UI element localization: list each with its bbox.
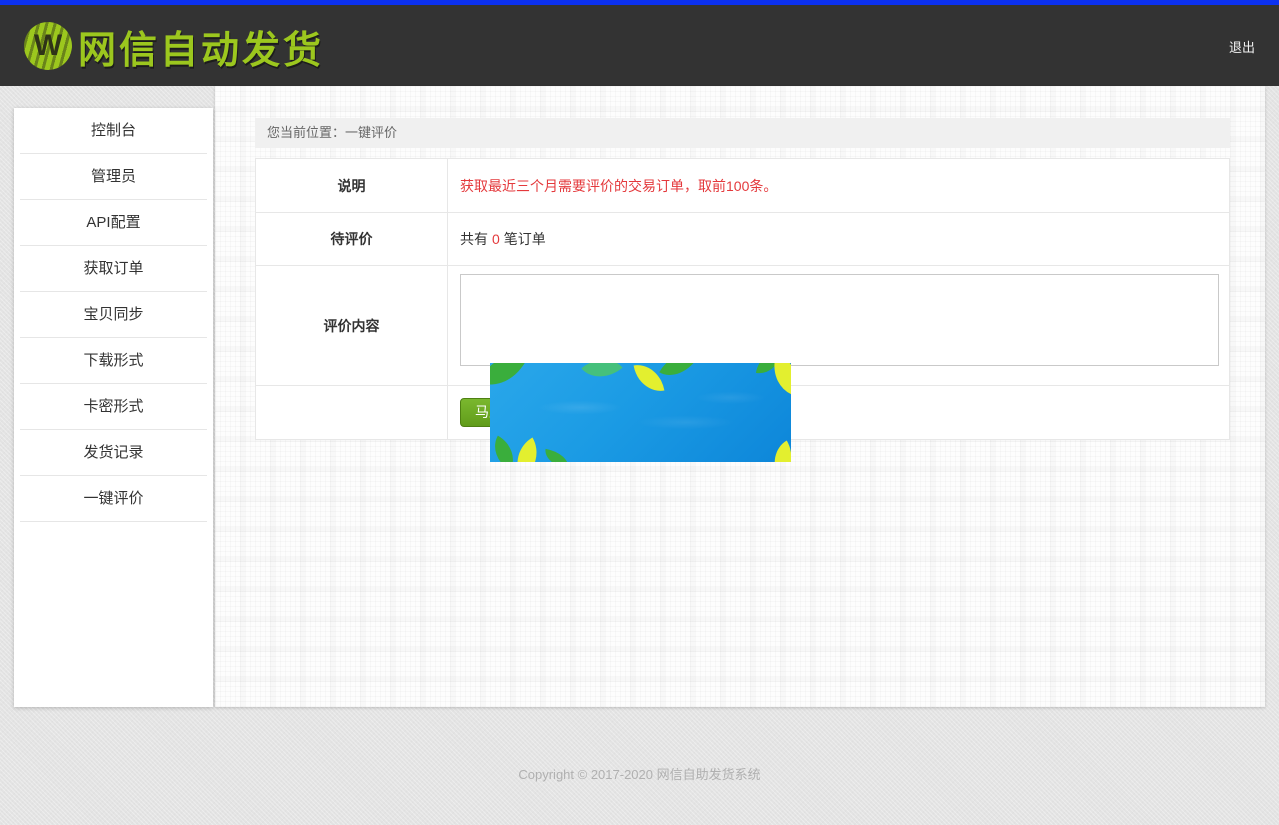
floating-promo-image xyxy=(490,363,791,462)
sidebar-item-cardkey-type[interactable]: 卡密形式 xyxy=(20,384,207,430)
sidebar-item-item-sync[interactable]: 宝贝同步 xyxy=(20,292,207,338)
row-label-description: 说明 xyxy=(256,159,448,212)
row-label-submit-empty xyxy=(256,386,448,439)
table-row-pending-count: 待评价 共有 0 笔订单 xyxy=(256,213,1229,266)
sidebar-item-ship-records[interactable]: 发货记录 xyxy=(20,430,207,476)
sidebar-item-one-key-review[interactable]: 一键评价 xyxy=(20,476,207,522)
page-root: W 网信自动发货 退出 控制台 管理员 API配置 获取订单 宝贝同步 下载形式… xyxy=(0,0,1279,825)
row-label-review-content: 评价内容 xyxy=(256,266,448,385)
logo-w-circle-icon: W xyxy=(24,22,72,70)
pending-count-number: 0 xyxy=(488,231,504,247)
app-header: W 网信自动发货 退出 xyxy=(0,5,1279,86)
review-content-textarea[interactable] xyxy=(460,274,1219,366)
leaf-icon xyxy=(543,449,571,462)
breadcrumb: 您当前位置：一键评价 xyxy=(255,118,1230,148)
sidebar-item-api-config[interactable]: API配置 xyxy=(20,200,207,246)
leaf-icon xyxy=(634,363,665,395)
brand-logo[interactable]: W 网信自动发货 xyxy=(24,19,324,73)
leaf-icon xyxy=(659,363,699,385)
sidebar-item-get-orders[interactable]: 获取订单 xyxy=(20,246,207,292)
footer-copyright: Copyright © 2017-2020 网信自助发货系统 xyxy=(0,764,1279,783)
leaf-icon xyxy=(764,441,791,462)
leaf-icon xyxy=(581,363,622,388)
sidebar-item-admin[interactable]: 管理员 xyxy=(20,154,207,200)
row-label-pending: 待评价 xyxy=(256,213,448,265)
row-value-description: 获取最近三个月需要评价的交易订单，取前100条。 xyxy=(448,159,1229,212)
pending-count-suffix: 笔订单 xyxy=(504,229,546,249)
sidebar-nav: 控制台 管理员 API配置 获取订单 宝贝同步 下载形式 卡密形式 发货记录 一… xyxy=(14,108,213,707)
table-row-description: 说明 获取最近三个月需要评价的交易订单，取前100条。 xyxy=(256,159,1229,213)
leaf-icon xyxy=(490,363,527,396)
brand-title: 网信自动发货 xyxy=(78,19,324,74)
sidebar-item-console[interactable]: 控制台 xyxy=(20,108,207,154)
sidebar-item-download-type[interactable]: 下载形式 xyxy=(20,338,207,384)
pending-count-prefix: 共有 xyxy=(460,229,488,249)
row-value-pending: 共有 0 笔订单 xyxy=(448,213,1229,265)
logout-link[interactable]: 退出 xyxy=(1229,37,1255,56)
